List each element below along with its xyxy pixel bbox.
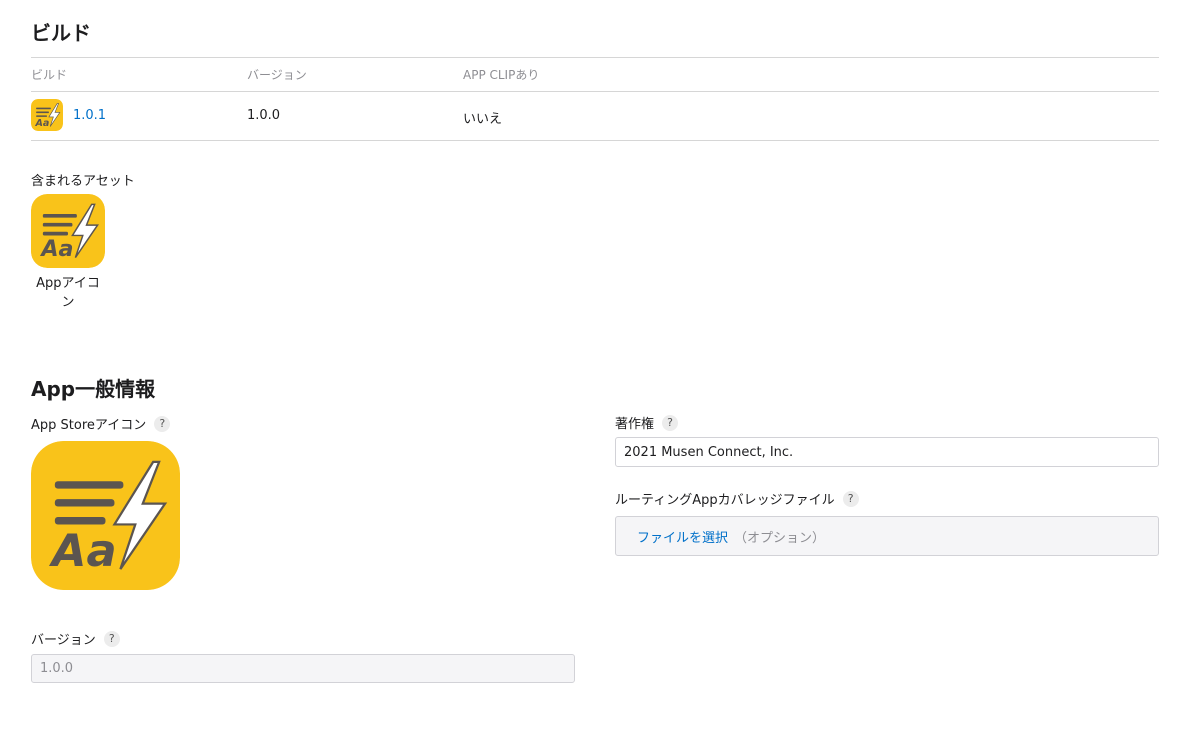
app-icon-svg: Aa (31, 194, 105, 268)
svg-text:Aa: Aa (49, 525, 117, 577)
asset-caption: Appアイコン (36, 276, 100, 310)
copyright-label: 著作権 ? (615, 413, 679, 432)
help-icon[interactable]: ? (103, 630, 120, 647)
page: ビルド ビルド バージョン APP CLIPあり Aa 1.0.1 1.0.0 … (0, 0, 1200, 729)
column-header-version: バージョン (247, 68, 307, 82)
app-store-icon-label-text: App Storeアイコン (31, 418, 147, 433)
app-store-icon-label: App Storeアイコン ? (31, 414, 171, 433)
build-number-link[interactable]: 1.0.1 (73, 108, 106, 123)
app-icon-svg: Aa (31, 99, 63, 131)
general-info-title: App一般情報 (31, 377, 156, 401)
included-assets-label: 含まれるアセット (31, 174, 135, 189)
build-app-icon: Aa (31, 99, 63, 131)
column-header-app-clip: APP CLIPあり (463, 68, 540, 82)
version-label: バージョン ? (31, 629, 120, 648)
copyright-field[interactable]: 2021 Musen Connect, Inc. (615, 437, 1159, 467)
optional-hint: （オプション） (734, 530, 826, 546)
app-store-icon[interactable]: Aa (31, 441, 180, 590)
routing-file-label: ルーティングAppカバレッジファイル ? (615, 489, 859, 508)
divider (31, 57, 1159, 58)
routing-file-label-text: ルーティングAppカバレッジファイル (615, 493, 835, 508)
help-icon[interactable]: ? (842, 490, 859, 507)
build-version: 1.0.0 (247, 108, 281, 123)
app-icon-svg: Aa (31, 441, 180, 590)
help-icon[interactable]: ? (662, 414, 679, 431)
column-header-build: ビルド (31, 68, 68, 82)
builds-title: ビルド (31, 21, 91, 45)
divider (31, 140, 1159, 141)
divider (31, 91, 1159, 92)
version-label-text: バージョン (31, 633, 96, 648)
routing-file-dropzone[interactable]: ファイルを選択 （オプション） (615, 516, 1159, 556)
svg-text:Aa: Aa (39, 236, 73, 262)
choose-file-link[interactable]: ファイルを選択 (637, 527, 728, 546)
asset-app-icon[interactable]: Aa (31, 194, 105, 268)
svg-text:Aa: Aa (34, 118, 49, 129)
build-app-clip: いいえ (463, 112, 503, 127)
copyright-label-text: 著作権 (615, 417, 655, 432)
help-icon[interactable]: ? (154, 415, 171, 432)
version-field: 1.0.0 (31, 654, 575, 683)
